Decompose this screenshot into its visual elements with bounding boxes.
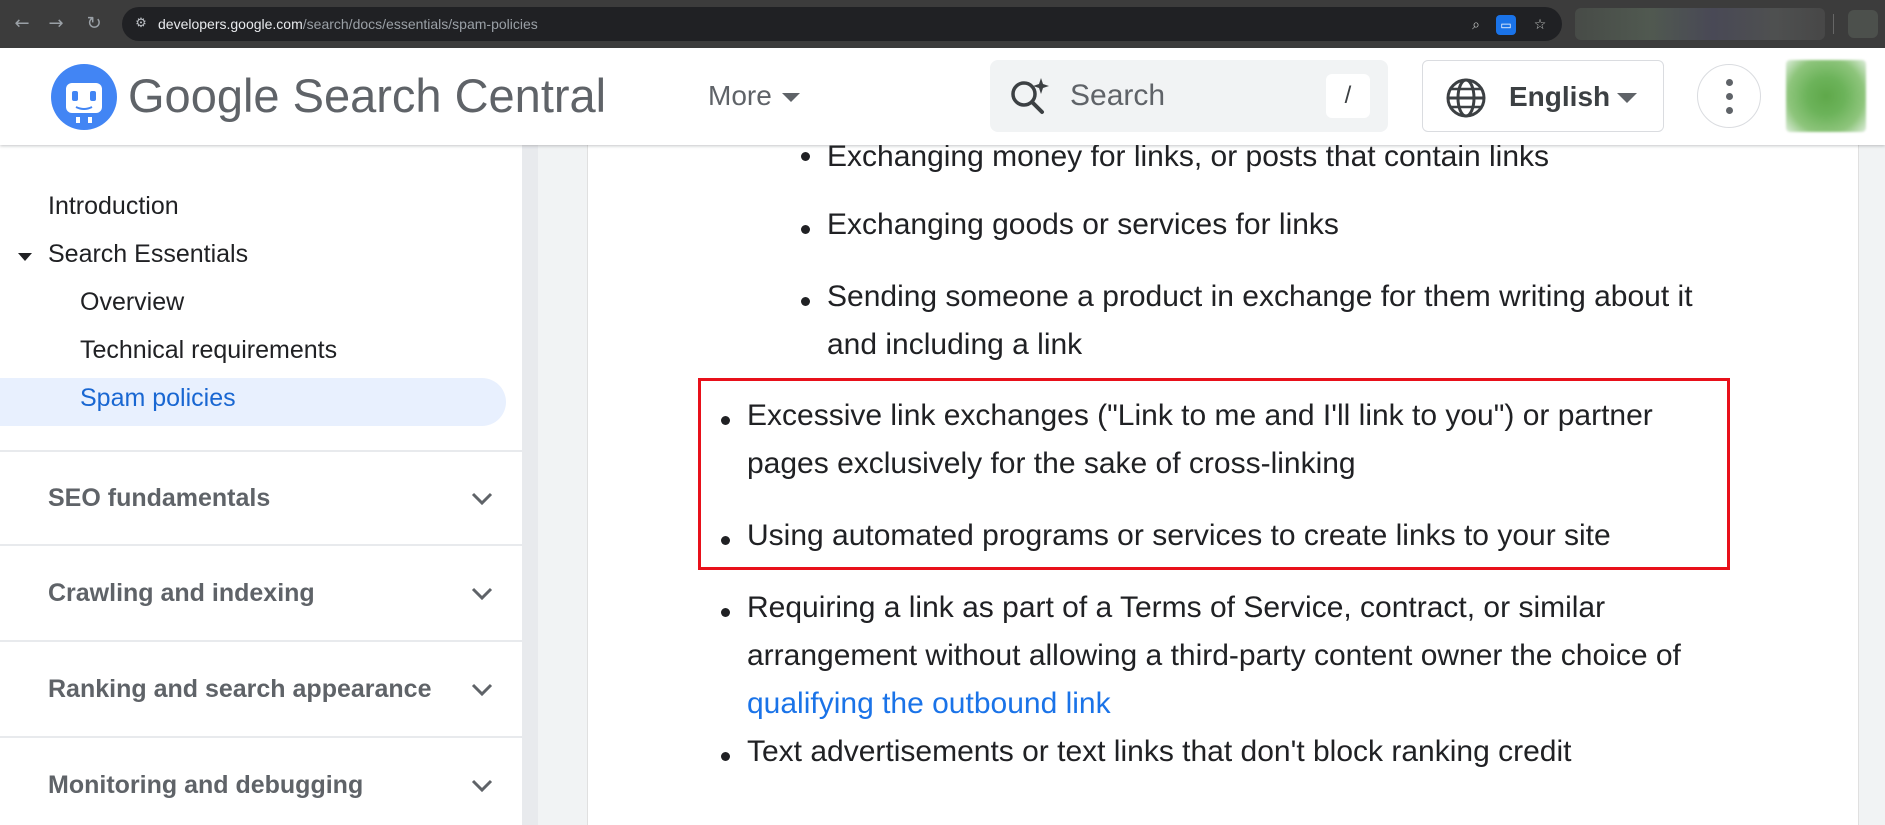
search-shortcut-key: / xyxy=(1326,74,1370,118)
back-icon[interactable]: ← xyxy=(10,12,34,36)
list-bullet xyxy=(801,225,810,234)
search-box[interactable]: Search / xyxy=(990,60,1388,132)
browser-toolbar: ← → ↻ ⚙ developers.google.com/search/doc… xyxy=(0,0,1885,48)
highlight-box xyxy=(698,378,1730,570)
kebab-dot xyxy=(1726,79,1733,86)
account-avatar[interactable] xyxy=(1786,60,1866,132)
sidebar-section-crawling-and-indexing[interactable]: Crawling and indexing xyxy=(48,577,315,609)
sidebar-divider xyxy=(0,544,522,546)
sidebar-item-technical-requirements[interactable]: Technical requirements xyxy=(80,334,337,366)
list-item: Exchanging goods or services for links xyxy=(827,208,1339,241)
sidebar-item-search-essentials[interactable]: Search Essentials xyxy=(48,238,248,270)
list-item: Text advertisements or text links that d… xyxy=(747,735,1572,768)
bookmark-star-icon[interactable]: ☆ xyxy=(1530,15,1550,35)
list-item: Sending someone a product in exchange fo… xyxy=(827,280,1693,313)
extensions-area[interactable] xyxy=(1575,8,1825,40)
language-label: English xyxy=(1509,81,1611,112)
sidebar-nav: Introduction Search Essentials Overview … xyxy=(0,145,522,825)
chevron-down-icon[interactable] xyxy=(470,581,494,605)
more-options-button[interactable] xyxy=(1697,64,1761,128)
globe-icon xyxy=(1446,78,1486,118)
sidebar-divider xyxy=(0,450,522,452)
site-header: Google Search Central More Search / Engl… xyxy=(0,48,1885,145)
kebab-dot xyxy=(1726,93,1733,100)
cast-icon[interactable]: ▭ xyxy=(1496,15,1516,35)
list-bullet xyxy=(721,608,730,617)
brand-google-text: Google xyxy=(128,69,280,122)
site-info-icon[interactable]: ⚙ xyxy=(132,15,150,33)
more-menu-button[interactable]: More xyxy=(708,78,800,114)
list-bullet xyxy=(801,297,810,306)
forward-icon[interactable]: → xyxy=(44,12,68,36)
brand-product-text: Search Central xyxy=(292,69,607,122)
site-brand[interactable]: Google Search Central xyxy=(128,70,606,122)
sidebar-item-introduction[interactable]: Introduction xyxy=(48,190,179,222)
search-central-logo-icon[interactable] xyxy=(50,63,118,131)
sidebar-divider xyxy=(0,736,522,738)
list-item: Requiring a link as part of a Terms of S… xyxy=(747,591,1606,624)
list-item-continued: arrangement without allowing a third-par… xyxy=(747,639,1681,672)
active-item-highlight xyxy=(0,378,506,426)
caret-expanded-icon[interactable] xyxy=(18,253,32,261)
profile-icon[interactable] xyxy=(1848,10,1878,38)
list-item: Exchanging money for links, or posts tha… xyxy=(827,145,1550,173)
chevron-down-icon[interactable] xyxy=(470,486,494,510)
list-bullet xyxy=(801,152,810,161)
caret-down-icon xyxy=(1617,93,1637,103)
list-item-continued: qualifying the outbound link xyxy=(747,680,1111,728)
more-label: More xyxy=(708,80,772,111)
sidebar-item-overview[interactable]: Overview xyxy=(80,286,184,318)
sidebar-item-spam-policies[interactable]: Spam policies xyxy=(80,382,236,414)
qualifying-outbound-link[interactable]: qualifying the outbound link xyxy=(747,687,1111,720)
chevron-down-icon[interactable] xyxy=(470,773,494,797)
sidebar-section-ranking-and-search-appearance[interactable]: Ranking and search appearance xyxy=(48,673,431,705)
caret-down-icon xyxy=(781,93,800,103)
sidebar-section-monitoring-and-debugging[interactable]: Monitoring and debugging xyxy=(48,769,363,801)
zoom-icon[interactable]: ⌕ xyxy=(1466,15,1486,35)
reload-icon[interactable]: ↻ xyxy=(82,12,106,36)
language-selector[interactable]: English xyxy=(1422,60,1664,132)
toolbar-divider xyxy=(1833,14,1834,34)
sidebar-divider xyxy=(0,640,522,642)
sidebar-section-seo-fundamentals[interactable]: SEO fundamentals xyxy=(48,482,270,514)
search-input[interactable]: Search xyxy=(1070,78,1165,114)
list-item-continued: and including a link xyxy=(827,328,1083,361)
kebab-dot xyxy=(1726,107,1733,114)
chevron-down-icon[interactable] xyxy=(470,677,494,701)
list-bullet xyxy=(721,752,730,761)
search-sparkle-icon xyxy=(1011,78,1049,114)
address-bar[interactable]: ⚙ developers.google.com/search/docs/esse… xyxy=(122,7,1562,41)
url-text[interactable]: developers.google.com/search/docs/essent… xyxy=(158,15,538,33)
sidebar-scrollbar[interactable] xyxy=(522,145,538,825)
